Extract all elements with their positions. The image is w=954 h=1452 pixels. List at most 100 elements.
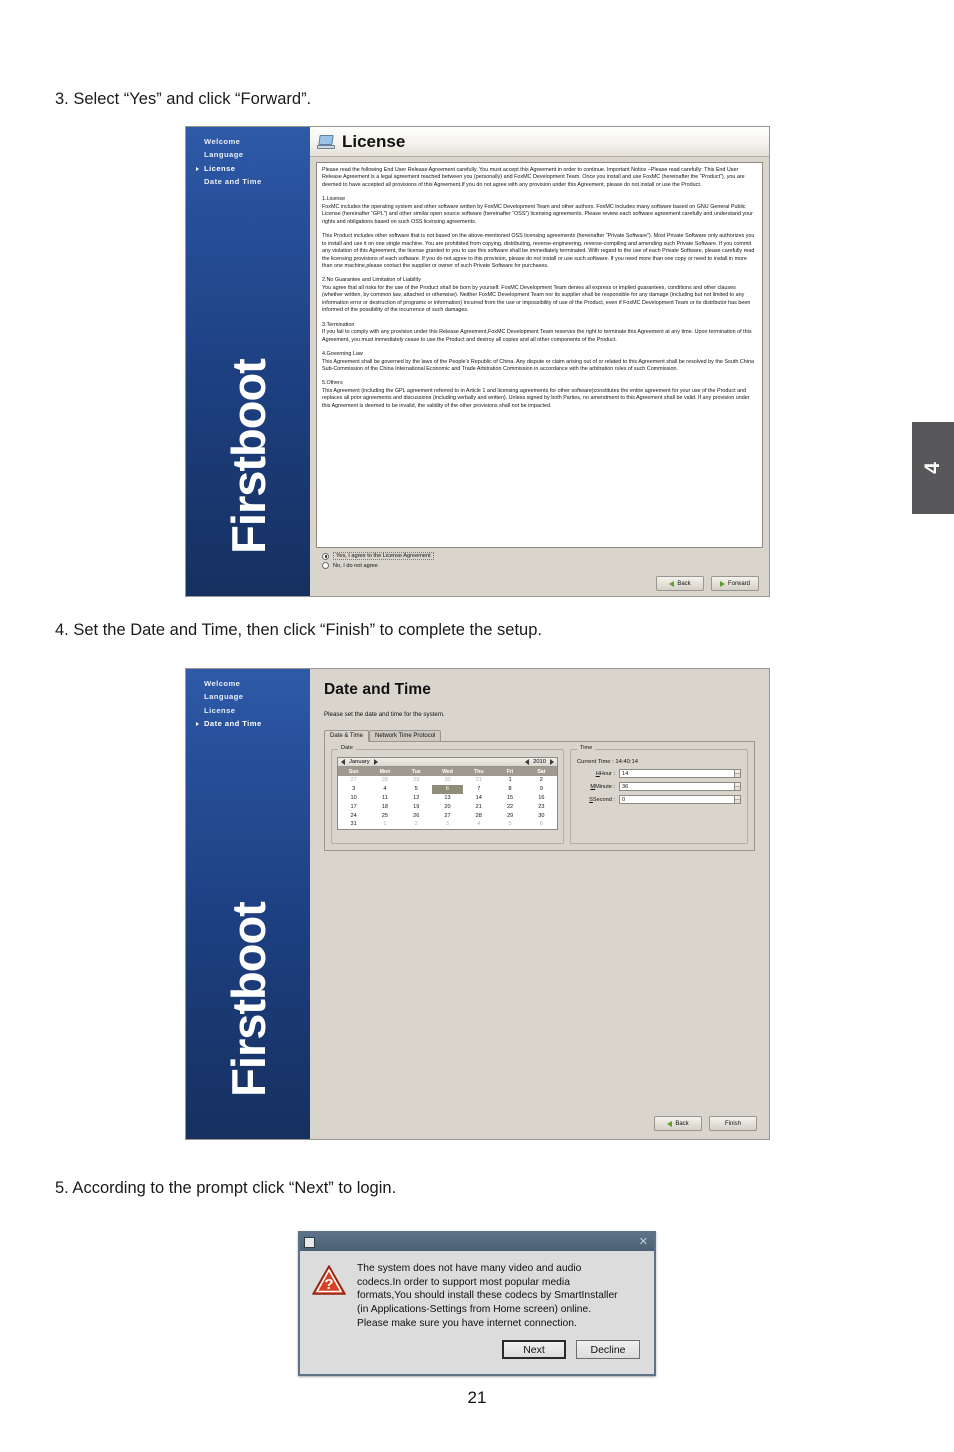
- sidebar-item-license[interactable]: License: [194, 162, 310, 176]
- calendar-day[interactable]: 11: [369, 794, 400, 803]
- hour-row: HHour :: [577, 769, 741, 778]
- calendar-day[interactable]: 15: [494, 794, 525, 803]
- calendar-day[interactable]: 30: [432, 776, 463, 785]
- sidebar-item-date-and-time[interactable]: Date and Time: [194, 718, 310, 732]
- calendar-day[interactable]: 17: [338, 802, 369, 811]
- back-button[interactable]: Back: [656, 576, 704, 591]
- next-button[interactable]: Next: [502, 1340, 566, 1360]
- spin-down-icon[interactable]: [735, 774, 740, 777]
- calendar-day[interactable]: 2: [401, 820, 432, 829]
- tab-date-and-time[interactable]: Date & Time: [324, 730, 370, 742]
- sidebar-item-language[interactable]: Language: [194, 149, 310, 163]
- sidebar-item-language[interactable]: Language: [194, 691, 310, 705]
- calendar-day[interactable]: 2: [526, 776, 557, 785]
- calendar-day[interactable]: 7: [463, 785, 494, 794]
- chevron-left-icon[interactable]: [525, 759, 530, 765]
- second-label-text: Second :: [592, 796, 615, 803]
- calendar-day[interactable]: 8: [494, 785, 525, 794]
- sidebar-item-welcome[interactable]: Welcome: [194, 677, 310, 691]
- minute-spin-buttons[interactable]: [734, 782, 741, 791]
- calendar-day[interactable]: 24: [338, 811, 369, 820]
- close-icon[interactable]: ✕: [639, 1236, 650, 1248]
- second-spin-buttons[interactable]: [734, 795, 741, 804]
- minute-stepper[interactable]: [619, 782, 741, 791]
- sidebar-item-license[interactable]: License: [194, 704, 310, 718]
- datetime-button-row: Back Finish: [654, 1116, 761, 1131]
- calendar-day[interactable]: 27: [432, 811, 463, 820]
- minute-input[interactable]: [619, 782, 734, 791]
- forward-button[interactable]: Forward: [711, 576, 759, 591]
- radio-agree-indicator[interactable]: [322, 552, 329, 560]
- license-paragraph: You agree that all risks for the use of …: [322, 284, 751, 314]
- chevron-left-icon[interactable]: [341, 759, 345, 765]
- calendar-day[interactable]: 4: [369, 785, 400, 794]
- calendar-day[interactable]: 13: [432, 794, 463, 803]
- calendar-day[interactable]: 28: [463, 811, 494, 820]
- radio-disagree[interactable]: No, I do not agree: [322, 562, 763, 569]
- radio-agree[interactable]: Yes, I agree to the License Agreement: [322, 552, 763, 560]
- calendar-day[interactable]: 12: [401, 794, 432, 803]
- calendar-day[interactable]: 26: [401, 811, 432, 820]
- decline-button[interactable]: Decline: [576, 1340, 640, 1360]
- calendar-day[interactable]: 3: [338, 785, 369, 794]
- forward-button-label: Forward: [727, 580, 750, 587]
- calendar-day[interactable]: 28: [369, 776, 400, 785]
- back-button-label: Back: [675, 1120, 689, 1127]
- calendar-day[interactable]: 21: [463, 802, 494, 811]
- dialog-message-line: The system does not have many video and …: [357, 1263, 582, 1274]
- hour-spin-buttons[interactable]: [734, 769, 741, 778]
- calendar[interactable]: January 2010 Sun Mon Tue Wed Thu Fri Sat…: [337, 757, 558, 830]
- radio-disagree-indicator[interactable]: [322, 562, 329, 569]
- calendar-day[interactable]: 9: [526, 785, 557, 794]
- calendar-weekday: Tue: [411, 768, 421, 775]
- calendar-day[interactable]: 18: [369, 802, 400, 811]
- calendar-day[interactable]: 22: [494, 802, 525, 811]
- calendar-day-grid[interactable]: 27 28 29 30 31 1 2 3 4 5 6 7 8 9 10 11 12 13 14 15 16 17 18 19 2…: [338, 776, 557, 829]
- calendar-day[interactable]: 31: [463, 776, 494, 785]
- calendar-day[interactable]: 19: [401, 802, 432, 811]
- calendar-day[interactable]: 5: [494, 820, 525, 829]
- calendar-day[interactable]: 5: [401, 785, 432, 794]
- hour-stepper[interactable]: [619, 769, 741, 778]
- license-paragraph: This Agreement (including the GPL agreem…: [322, 387, 750, 409]
- calendar-day[interactable]: 6: [431, 784, 464, 794]
- finish-button[interactable]: Finish: [709, 1116, 757, 1131]
- calendar-day[interactable]: 20: [432, 802, 463, 811]
- calendar-year-selector[interactable]: 2010: [525, 759, 554, 765]
- date-group-legend: Date: [338, 745, 356, 751]
- spin-down-icon[interactable]: [735, 800, 740, 803]
- sidebar-item-date-and-time[interactable]: Date and Time: [194, 176, 310, 190]
- calendar-day[interactable]: 1: [494, 776, 525, 785]
- hour-input[interactable]: [619, 769, 734, 778]
- sidebar-item-welcome[interactable]: Welcome: [194, 135, 310, 149]
- second-input[interactable]: [619, 795, 734, 804]
- chevron-right-icon[interactable]: [550, 759, 554, 765]
- calendar-day[interactable]: 29: [494, 811, 525, 820]
- second-stepper[interactable]: [619, 795, 741, 804]
- current-time-row: Current Time : 14:40:14: [577, 759, 741, 765]
- tab-network-time-protocol[interactable]: Network Time Protocol: [369, 730, 442, 741]
- license-paragraph: 2.No Guarantee and Limitation of Liabili…: [322, 277, 421, 284]
- calendar-day[interactable]: 23: [526, 802, 557, 811]
- svg-text:?: ?: [324, 1276, 333, 1293]
- calendar-day[interactable]: 10: [338, 794, 369, 803]
- dialog-titlebar[interactable]: ✕: [300, 1233, 654, 1251]
- calendar-day[interactable]: 4: [463, 820, 494, 829]
- calendar-month-selector[interactable]: January: [341, 759, 378, 765]
- calendar-day[interactable]: 14: [463, 794, 494, 803]
- calendar-day[interactable]: 3: [432, 820, 463, 829]
- calendar-day[interactable]: 29: [401, 776, 432, 785]
- calendar-day[interactable]: 31: [338, 820, 369, 829]
- calendar-day[interactable]: 1: [369, 820, 400, 829]
- spin-down-icon[interactable]: [735, 787, 740, 790]
- window-menu-icon[interactable]: [304, 1236, 315, 1248]
- arrow-right-icon: [719, 580, 725, 587]
- firstboot-sidebar: Welcome Language License Date and Time F…: [186, 669, 310, 1139]
- chevron-right-icon[interactable]: [373, 759, 378, 765]
- calendar-day[interactable]: 25: [369, 811, 400, 820]
- back-button[interactable]: Back: [654, 1116, 702, 1131]
- calendar-day[interactable]: 6: [526, 820, 557, 829]
- calendar-day[interactable]: 27: [338, 776, 369, 785]
- calendar-day[interactable]: 30: [526, 811, 557, 820]
- calendar-day[interactable]: 16: [526, 794, 557, 803]
